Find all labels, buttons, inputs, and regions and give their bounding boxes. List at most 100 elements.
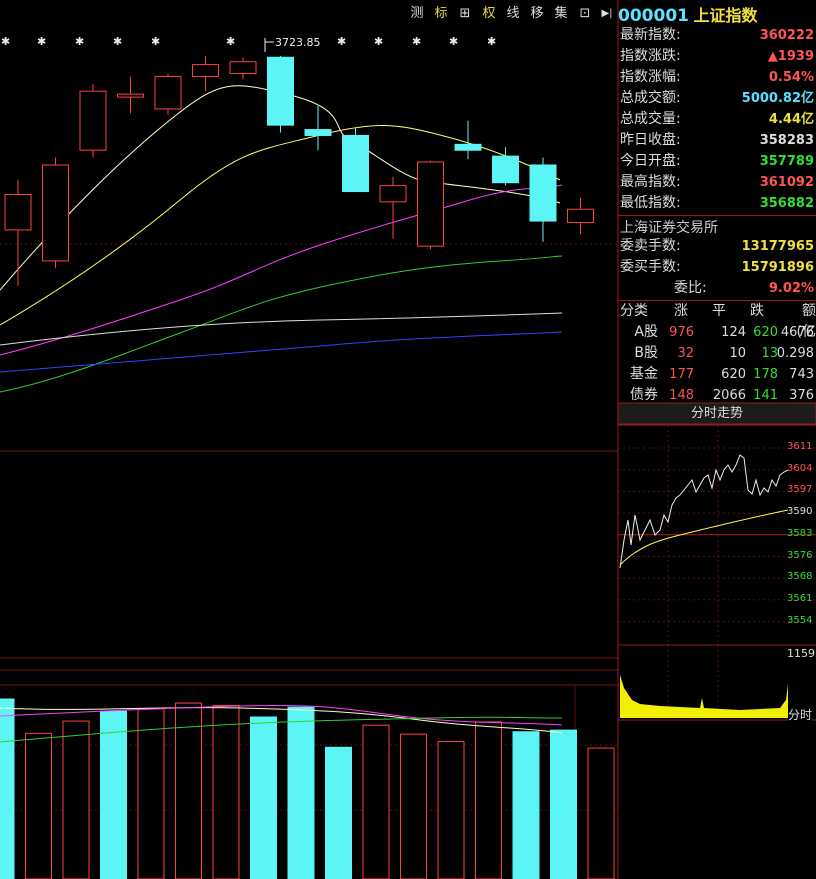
class-cell: 620 bbox=[721, 367, 746, 382]
quote-row: 总成交量: 4.44亿 bbox=[618, 109, 816, 130]
class-cell: 10 bbox=[729, 346, 746, 361]
volume-bar[interactable] bbox=[25, 732, 52, 879]
class-cell: 13 bbox=[761, 346, 778, 361]
class-header: 分类 bbox=[620, 303, 648, 319]
quote-value: 361092 bbox=[759, 175, 814, 190]
quote-value: 356882 bbox=[759, 196, 814, 211]
intraday-price-tick: 3554 bbox=[787, 614, 813, 626]
volume-bar[interactable] bbox=[550, 729, 577, 879]
quote-label: 最低指数: bbox=[620, 195, 681, 211]
quote-row: 最新指数: 360222 bbox=[618, 25, 816, 46]
volume-bar[interactable] bbox=[137, 708, 165, 879]
stock-name: 上证指数 bbox=[693, 6, 758, 25]
toolbar-button-measure[interactable]: 测 bbox=[406, 4, 428, 24]
class-cell: 0.298 bbox=[776, 346, 814, 361]
volume-bar[interactable] bbox=[475, 721, 502, 879]
quote-label: 指数涨跌: bbox=[620, 48, 681, 64]
exchange-title-row: 上海证券交易所 bbox=[618, 215, 816, 236]
toolbar-button-play-icon[interactable]: ▶| bbox=[596, 4, 618, 24]
volume-bar[interactable] bbox=[175, 702, 202, 879]
event-marker[interactable]: ✱ bbox=[337, 35, 346, 48]
toolbar-button-move[interactable]: 移 bbox=[526, 4, 548, 24]
quote-row: 指数涨幅: 0.54% bbox=[618, 67, 816, 88]
event-marker[interactable]: ✱ bbox=[487, 35, 496, 48]
class-cell: 177 bbox=[669, 367, 694, 382]
quote-label: 总成交量: bbox=[620, 111, 681, 127]
event-marker[interactable]: ✱ bbox=[151, 35, 160, 48]
quote-row: 最高指数: 361092 bbox=[618, 172, 816, 193]
class-name: B股 bbox=[634, 345, 658, 361]
quote-label: 总成交额: bbox=[620, 90, 681, 106]
intraday-price-tick: 3568 bbox=[787, 571, 813, 583]
volume-bar[interactable] bbox=[287, 706, 315, 879]
class-header: 跌 bbox=[750, 303, 764, 319]
class-header: 涨 bbox=[674, 303, 688, 319]
toolbar-button-line[interactable]: 线 bbox=[502, 4, 524, 24]
quote-row: 昨日收盘: 358283 bbox=[618, 130, 816, 151]
class-cell: 32 bbox=[677, 346, 694, 361]
quote-panel: 最新指数: 360222 指数涨跌: ▲1939 指数涨幅: 0.54% 总成交额: 5000… bbox=[618, 25, 816, 215]
event-marker[interactable]: ✱ bbox=[113, 35, 122, 48]
intraday-price-tick: 3561 bbox=[787, 592, 813, 604]
volume-bar[interactable] bbox=[362, 724, 390, 879]
class-cell: 743 bbox=[789, 367, 814, 382]
candle[interactable] bbox=[417, 160, 444, 250]
intraday-price-tick: 3597 bbox=[787, 484, 813, 496]
event-marker[interactable]: ✱ bbox=[374, 35, 383, 48]
class-table: 分类涨平跌额(亿 A股 976 124 620 4676 B股 32 10 13 0.298 基金 17… bbox=[618, 300, 816, 403]
quote-value: 5000.82亿 bbox=[741, 91, 814, 106]
volume-bar[interactable] bbox=[437, 741, 465, 879]
volume-bar[interactable] bbox=[0, 698, 15, 879]
intraday-price-tick: 3604 bbox=[787, 462, 813, 474]
order-row: 委卖手数: 13177965 bbox=[618, 236, 816, 257]
volume-bar[interactable] bbox=[587, 747, 615, 879]
toolbar-button-mark[interactable]: 标 bbox=[430, 4, 452, 24]
order-label: 委卖手数: bbox=[620, 238, 681, 254]
quote-label: 指数涨幅: bbox=[620, 69, 681, 85]
event-marker[interactable]: ✱ bbox=[1, 35, 10, 48]
intraday-title[interactable]: 分时走势 bbox=[618, 403, 816, 424]
quote-value: 4.44亿 bbox=[768, 112, 814, 127]
peak-price-label: 3723.85 bbox=[275, 36, 321, 49]
volume-bar[interactable] bbox=[400, 733, 427, 879]
quote-row: 指数涨跌: ▲1939 bbox=[618, 46, 816, 67]
volume-bar[interactable] bbox=[250, 716, 277, 879]
quote-row: 今日开盘: 357789 bbox=[618, 151, 816, 172]
intraday-price-tick: 3576 bbox=[787, 549, 813, 561]
quote-value: 360222 bbox=[759, 28, 814, 43]
event-marker[interactable]: ✱ bbox=[449, 35, 458, 48]
intraday-volume-area bbox=[620, 675, 788, 718]
class-header: 平 bbox=[712, 303, 726, 319]
candle[interactable] bbox=[342, 128, 369, 193]
volume-bar[interactable] bbox=[325, 746, 352, 879]
exchange-name: 上海证券交易所 bbox=[620, 220, 718, 236]
class-name: A股 bbox=[634, 324, 658, 340]
quote-value: 358283 bbox=[759, 133, 814, 148]
class-cell: 976 bbox=[669, 325, 694, 340]
candle[interactable] bbox=[154, 73, 182, 115]
volume-bar[interactable] bbox=[512, 731, 540, 879]
quote-value: 0.54% bbox=[768, 70, 814, 85]
toolbar-button-set[interactable]: 集 bbox=[550, 4, 572, 24]
intraday-price-line bbox=[619, 454, 789, 569]
toolbar-button-grid-icon[interactable]: ⊞ bbox=[454, 4, 476, 24]
event-marker[interactable]: ✱ bbox=[75, 35, 84, 48]
event-marker[interactable]: ✱ bbox=[226, 35, 235, 48]
quote-label: 最高指数: bbox=[620, 174, 681, 190]
volume-bar[interactable] bbox=[62, 720, 90, 879]
quote-row: 总成交额: 5000.82亿 bbox=[618, 88, 816, 109]
event-marker[interactable]: ✱ bbox=[37, 35, 46, 48]
order-value: 15791896 bbox=[741, 260, 814, 275]
toolbar-button-rights[interactable]: 权 bbox=[478, 4, 500, 24]
volume-bar[interactable] bbox=[100, 710, 127, 879]
intraday-price-tick: 3583 bbox=[787, 527, 813, 539]
event-marker[interactable]: ✱ bbox=[412, 35, 421, 48]
candle[interactable] bbox=[42, 157, 69, 269]
order-panel: 委卖手数: 13177965 委买手数: 15791896 委比: 9.02% bbox=[618, 236, 816, 300]
toolbar-button-window-icon[interactable]: ⊡ bbox=[574, 4, 596, 24]
candle[interactable] bbox=[267, 56, 294, 133]
class-cell: 124 bbox=[721, 325, 746, 340]
class-cell: 620 bbox=[753, 325, 778, 340]
volume-bar[interactable] bbox=[212, 705, 240, 879]
candle[interactable] bbox=[79, 83, 107, 158]
